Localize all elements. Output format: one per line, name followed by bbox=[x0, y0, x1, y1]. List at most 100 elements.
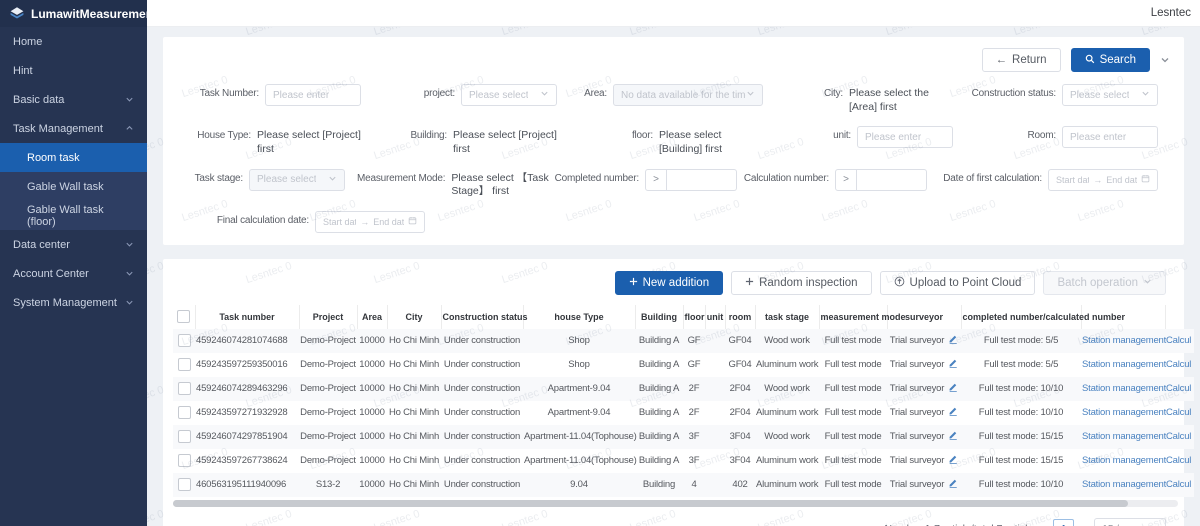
project-select[interactable]: Please select bbox=[461, 84, 557, 106]
edit-pencil-icon[interactable] bbox=[948, 334, 958, 347]
surveyor-value: Trial surveyor bbox=[890, 430, 958, 443]
calculate-link[interactable]: Calcul bbox=[1166, 383, 1191, 394]
row-checkbox[interactable] bbox=[178, 430, 191, 443]
page-size-select[interactable]: 15 / page bbox=[1094, 518, 1166, 526]
column-header-label: Construction status bbox=[443, 312, 528, 322]
station-management-link[interactable]: Station management bbox=[1082, 335, 1166, 346]
cell-unit bbox=[705, 473, 725, 497]
cell-area: 10000 bbox=[357, 377, 387, 401]
sidebar-item-data-center[interactable]: Data center bbox=[0, 230, 147, 259]
edit-pencil-icon[interactable] bbox=[948, 358, 958, 371]
sidebar-item-home[interactable]: Home bbox=[0, 27, 147, 56]
random-inspection-button[interactable]: Random inspection bbox=[731, 271, 871, 295]
cell-checkbox bbox=[173, 473, 195, 497]
search-button[interactable]: Search bbox=[1071, 48, 1150, 72]
cell-city: Ho Chi Minh bbox=[387, 425, 441, 449]
search-icon bbox=[1085, 54, 1095, 67]
select-placeholder: Please select bbox=[469, 90, 528, 101]
row-checkbox[interactable] bbox=[178, 382, 191, 395]
calculate-link[interactable]: Calcul bbox=[1166, 431, 1191, 442]
sidebar-item-system-management[interactable]: System Management bbox=[0, 288, 147, 317]
new-addition-button[interactable]: New addition bbox=[615, 271, 723, 295]
column-header-city: City bbox=[387, 305, 441, 329]
row-checkbox[interactable] bbox=[178, 406, 191, 419]
page-1-button[interactable]: 1 bbox=[1053, 519, 1074, 526]
column-header-measurement-mode: measurement mode bbox=[819, 305, 887, 329]
return-button[interactable]: ← Return bbox=[982, 48, 1061, 72]
column-header-unit: unit bbox=[705, 305, 725, 329]
filter-label: Completed number: bbox=[555, 169, 645, 184]
surveyor-name: Trial surveyor bbox=[890, 335, 944, 346]
cell-surveyor: Trial surveyor bbox=[887, 425, 961, 449]
calculate-link[interactable]: Calcul bbox=[1166, 479, 1191, 490]
cell-measurement-mode: Full test mode bbox=[819, 473, 887, 497]
sidebar-item-gable-wall-task-floor[interactable]: Gable Wall task (floor) bbox=[0, 201, 147, 230]
sidebar-item-account-center[interactable]: Account Center bbox=[0, 259, 147, 288]
table-row: 459246074297851904Demo-Project10000Ho Ch… bbox=[173, 425, 1194, 449]
sidebar-item-task-management[interactable]: Task Management bbox=[0, 114, 147, 143]
cell-surveyor: Trial surveyor bbox=[887, 329, 961, 353]
pagination: Number 1-7 article/total 7 article ‹ 1 ›… bbox=[173, 507, 1184, 526]
calculation-number-input-group[interactable]: > bbox=[835, 169, 927, 191]
select-all-checkbox[interactable] bbox=[177, 310, 190, 323]
sidebar-item-room-task[interactable]: Room task bbox=[0, 143, 147, 172]
cell-completed-calculated: Full test mode: 10/10 bbox=[961, 473, 1081, 497]
sidebar-item-label: Gable Wall task bbox=[27, 181, 104, 193]
cell-area: 10000 bbox=[357, 329, 387, 353]
station-management-link[interactable]: Station management bbox=[1082, 359, 1166, 370]
cell-room: 3F04 bbox=[725, 449, 755, 473]
button-label: Batch operation bbox=[1057, 277, 1138, 289]
room-input[interactable]: Please enter bbox=[1062, 126, 1158, 148]
edit-pencil-icon[interactable] bbox=[948, 430, 958, 443]
row-checkbox[interactable] bbox=[178, 358, 191, 371]
filter-field-final-calculation-date: Final calculation date:Start date→End da… bbox=[177, 211, 437, 233]
scrollbar-thumb[interactable] bbox=[173, 500, 1128, 507]
user-menu[interactable]: Lesntec bbox=[1151, 7, 1191, 19]
select-placeholder: Please select bbox=[257, 174, 316, 185]
station-management-link[interactable]: Station management bbox=[1082, 407, 1166, 418]
column-header-room: room bbox=[725, 305, 755, 329]
cell-city: Ho Chi Minh bbox=[387, 377, 441, 401]
task-number-input[interactable]: Please enter bbox=[265, 84, 361, 106]
calculate-link[interactable]: Calcul bbox=[1166, 359, 1191, 370]
table-row: 459246074281074688Demo-Project10000Ho Ch… bbox=[173, 329, 1194, 353]
completed-number-input-group[interactable]: > bbox=[645, 169, 737, 191]
calculation-number-input[interactable] bbox=[857, 169, 927, 191]
unit-input[interactable]: Please enter bbox=[857, 126, 953, 148]
filter-label: Task stage: bbox=[195, 169, 249, 184]
final-calculation-date-daterange[interactable]: Start date→End date bbox=[315, 211, 425, 233]
sidebar-item-hint[interactable]: Hint bbox=[0, 56, 147, 85]
construction-status-select[interactable]: Please select bbox=[1062, 84, 1158, 106]
row-checkbox[interactable] bbox=[178, 454, 191, 467]
row-checkbox[interactable] bbox=[178, 334, 191, 347]
cell-building: Building A bbox=[635, 353, 683, 377]
cell-project: S13-2 bbox=[299, 473, 357, 497]
row-checkbox[interactable] bbox=[178, 478, 191, 491]
upload-to-point-cloud-button[interactable]: Upload to Point Cloud bbox=[880, 271, 1036, 295]
area-select[interactable]: No data available for the time ... bbox=[613, 84, 763, 106]
station-management-link[interactable]: Station management bbox=[1082, 431, 1166, 442]
sidebar-item-basic-data[interactable]: Basic data bbox=[0, 85, 147, 114]
end-date-placeholder: End date bbox=[373, 217, 404, 227]
edit-pencil-icon[interactable] bbox=[948, 406, 958, 419]
task-stage-select[interactable]: Please select bbox=[249, 169, 345, 191]
calculate-link[interactable]: Calcul bbox=[1166, 407, 1191, 418]
collapse-filters-chevron-icon[interactable] bbox=[1160, 55, 1170, 65]
column-header-label: Building bbox=[641, 312, 677, 322]
column-header-label: measurement mode bbox=[821, 312, 906, 322]
sidebar-item-gable-wall-task[interactable]: Gable Wall task bbox=[0, 172, 147, 201]
station-management-link[interactable]: Station management bbox=[1082, 383, 1166, 394]
column-header-task-stage: task stage bbox=[755, 305, 819, 329]
completed-number-input[interactable] bbox=[667, 169, 737, 191]
calculate-link[interactable]: Calcul bbox=[1166, 335, 1191, 346]
station-management-link[interactable]: Station management bbox=[1082, 479, 1166, 490]
edit-pencil-icon[interactable] bbox=[948, 478, 958, 491]
edit-pencil-icon[interactable] bbox=[948, 382, 958, 395]
edit-pencil-icon[interactable] bbox=[948, 454, 958, 467]
column-header-label: Task number bbox=[219, 312, 274, 322]
station-management-link[interactable]: Station management bbox=[1082, 455, 1166, 466]
calculate-link[interactable]: Calcul bbox=[1166, 455, 1191, 466]
date-of-first-calculation-daterange[interactable]: Start date→End date bbox=[1048, 169, 1158, 191]
filter-label: Construction status: bbox=[972, 84, 1062, 99]
filter-field-unit: unit:Please enter bbox=[775, 126, 965, 156]
